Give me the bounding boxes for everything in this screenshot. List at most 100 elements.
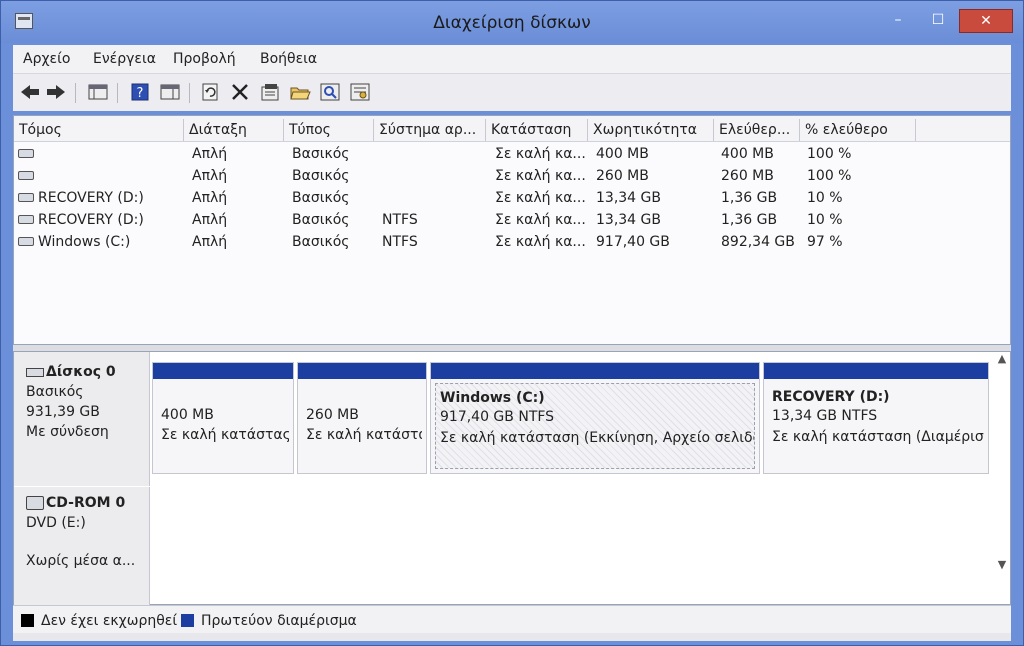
- partition-260mb[interactable]: 260 MB Σε καλή κατάστα: [297, 362, 427, 474]
- close-button[interactable]: ✕: [959, 9, 1013, 33]
- cdrom0-label[interactable]: CD-ROM 0 DVD (E:) Χωρίς μέσα α...: [14, 487, 150, 605]
- cell-free: 892,34 GB: [721, 234, 795, 250]
- table-row[interactable]: RECOVERY (D:) Απλή Βασικός NTFS Σε καλή …: [14, 209, 1010, 231]
- table-row[interactable]: Απλή Βασικός Σε καλή κα... 260 MB 260 MB…: [14, 165, 1010, 187]
- toolbar: ?: [13, 73, 1011, 111]
- cd-rom-icon: [26, 496, 44, 510]
- minimize-button[interactable]: –: [881, 9, 915, 33]
- disk-graphical-pane[interactable]: Δίσκος 0 Βασικός 931,39 GB Με σύνδεση 40…: [13, 351, 1011, 605]
- primary-partition-bar: [764, 363, 988, 379]
- menu-bar: Αρχείο Ενέργεια Προβολή Βοήθεια: [13, 45, 1011, 73]
- cell-free: 1,36 GB: [721, 190, 778, 206]
- partition-title: RECOVERY (D:): [772, 389, 890, 405]
- cell-percent-free: 10 %: [807, 190, 843, 206]
- volume-icon: [18, 148, 34, 158]
- menu-view[interactable]: Προβολή: [173, 51, 236, 67]
- volume-icon: [18, 236, 34, 246]
- primary-partition-bar: [153, 363, 293, 379]
- cell-type: Βασικός: [292, 190, 350, 206]
- primary-partition-swatch: [181, 614, 194, 627]
- table-row[interactable]: Απλή Βασικός Σε καλή κα... 400 MB 400 MB…: [14, 143, 1010, 165]
- menu-help[interactable]: Βοήθεια: [260, 51, 317, 67]
- disk-management-window: Διαχείριση δίσκων – ☐ ✕ Αρχείο Ενέργεια …: [0, 0, 1024, 646]
- cell-layout: Απλή: [192, 146, 228, 162]
- col-capacity[interactable]: Χωρητικότητα: [588, 119, 714, 141]
- settings-icon[interactable]: [349, 82, 371, 102]
- partition-recovery-d[interactable]: RECOVERY (D:) 13,34 GB NTFS Σε καλή κατά…: [763, 362, 989, 474]
- partition-body: RECOVERY (D:) 13,34 GB NTFS Σε καλή κατά…: [768, 383, 984, 469]
- disk0-state: Με σύνδεση: [26, 424, 109, 440]
- cell-volume: Windows (C:): [18, 234, 182, 250]
- primary-partition-bar: [298, 363, 426, 379]
- table-row[interactable]: RECOVERY (D:) Απλή Βασικός Σε καλή κα...…: [14, 187, 1010, 209]
- legend-unallocated: Δεν έχει εκχωρηθεί: [41, 613, 178, 629]
- partition-status: Σε καλή κατάστα: [306, 427, 422, 443]
- legend-primary: Πρωτεύον διαμέρισμα: [201, 613, 357, 629]
- partition-size: 13,34 GB NTFS: [772, 408, 878, 424]
- volume-list-pane[interactable]: Τόμος Διάταξη Τύπος Σύστημα αρ... Κατάστ…: [13, 115, 1011, 345]
- maximize-button[interactable]: ☐: [921, 9, 955, 33]
- cell-capacity: 917,40 GB: [596, 234, 670, 250]
- partition-size: 260 MB: [306, 407, 359, 423]
- cell-status: Σε καλή κα...: [495, 190, 586, 206]
- scroll-up-icon[interactable]: ▲: [996, 352, 1008, 365]
- legend-bar: Δεν έχει εκχωρηθεί Πρωτεύον διαμέρισμα: [13, 605, 1011, 633]
- partition-windows-c[interactable]: Windows (C:) 917,40 GB NTFS Σε καλή κατά…: [430, 362, 760, 474]
- cell-type: Βασικός: [292, 212, 350, 228]
- cell-free: 400 MB: [721, 146, 774, 162]
- partition-title: Windows (C:): [440, 390, 545, 406]
- cell-percent-free: 97 %: [807, 234, 843, 250]
- delete-icon[interactable]: [229, 82, 251, 102]
- back-arrow-icon[interactable]: [19, 82, 41, 102]
- col-layout[interactable]: Διάταξη: [184, 119, 284, 141]
- svg-text:?: ?: [137, 86, 144, 101]
- partition-size: 917,40 GB NTFS: [440, 409, 555, 425]
- disk0-label[interactable]: Δίσκος 0 Βασικός 931,39 GB Με σύνδεση: [14, 352, 150, 486]
- cdrom0-name: CD-ROM 0: [26, 495, 125, 511]
- menu-action[interactable]: Ενέργεια: [93, 51, 156, 67]
- console-tree-icon[interactable]: [87, 82, 109, 102]
- search-icon[interactable]: [319, 82, 341, 102]
- refresh-icon[interactable]: [199, 82, 221, 102]
- cell-capacity: 260 MB: [596, 168, 649, 184]
- cell-filesystem: NTFS: [382, 212, 418, 228]
- properties-icon[interactable]: [259, 82, 281, 102]
- menu-file[interactable]: Αρχείο: [23, 51, 70, 67]
- cell-volume: RECOVERY (D:): [18, 212, 182, 228]
- forward-arrow-icon[interactable]: [45, 82, 67, 102]
- partition-status: Σε καλή κατάσταση (Εκκίνηση, Αρχείο σελι…: [440, 430, 755, 446]
- cdrom0-media-area[interactable]: [150, 487, 996, 577]
- cell-type: Βασικός: [292, 234, 350, 250]
- cell-layout: Απλή: [192, 190, 228, 206]
- partition-status: Σε καλή κατάστας: [161, 427, 289, 443]
- toolbar-separator: [75, 83, 76, 103]
- col-status[interactable]: Κατάσταση: [486, 119, 588, 141]
- cell-status: Σε καλή κα...: [495, 212, 586, 228]
- col-volume[interactable]: Τόμος: [14, 119, 184, 141]
- table-row[interactable]: Windows (C:) Απλή Βασικός NTFS Σε καλή κ…: [14, 231, 1010, 253]
- cell-layout: Απλή: [192, 212, 228, 228]
- status-strip: [13, 633, 1011, 641]
- cell-layout: Απλή: [192, 168, 228, 184]
- help-icon[interactable]: ?: [129, 82, 151, 102]
- col-filesystem[interactable]: Σύστημα αρ...: [374, 119, 486, 141]
- volume-icon: [18, 214, 34, 224]
- cell-free: 1,36 GB: [721, 212, 778, 228]
- scroll-down-icon[interactable]: ▼: [996, 558, 1008, 571]
- partition-400mb[interactable]: 400 MB Σε καλή κατάστας: [152, 362, 294, 474]
- col-free[interactable]: Ελεύθερ...: [714, 119, 800, 141]
- volume-list-header: Τόμος Διάταξη Τύπος Σύστημα αρ... Κατάστ…: [14, 116, 1010, 142]
- volume-icon: [18, 192, 34, 202]
- cell-status: Σε καλή κα...: [495, 168, 586, 184]
- open-folder-icon[interactable]: [289, 82, 311, 102]
- title-bar[interactable]: Διαχείριση δίσκων – ☐ ✕: [1, 1, 1023, 43]
- cell-volume: [18, 146, 182, 162]
- col-type[interactable]: Τύπος: [284, 119, 374, 141]
- hard-disk-icon: [26, 367, 44, 377]
- cell-status: Σε καλή κα...: [495, 146, 586, 162]
- show-hide-pane-icon[interactable]: [159, 82, 181, 102]
- cell-percent-free: 100 %: [807, 168, 852, 184]
- disk0-size: 931,39 GB: [26, 404, 100, 420]
- partition-body: 400 MB Σε καλή κατάστας: [157, 383, 289, 469]
- col-percent-free[interactable]: % ελεύθερο: [800, 119, 916, 141]
